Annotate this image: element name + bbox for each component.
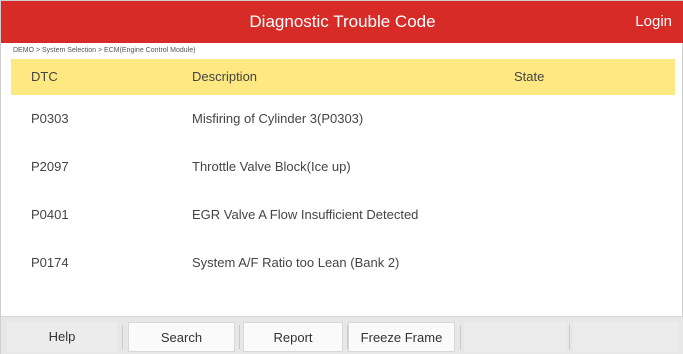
title-bar: Diagnostic Trouble Code Login xyxy=(1,1,683,43)
dtc-code: P0401 xyxy=(31,207,69,222)
table-header: DTC Description State xyxy=(11,59,675,95)
dtc-description: Misfiring of Cylinder 3(P0303) xyxy=(192,111,364,126)
toolbar-divider xyxy=(122,325,123,349)
table-row[interactable]: P2097 Throttle Valve Block(Ice up) xyxy=(11,143,675,191)
search-button[interactable]: Search xyxy=(128,322,235,352)
dtc-code: P0174 xyxy=(31,255,69,270)
dtc-table-body: P0303 Misfiring of Cylinder 3(P0303) P20… xyxy=(11,95,675,287)
freeze-frame-button[interactable]: Freeze Frame xyxy=(348,322,455,352)
breadcrumb: DEMO > System Selection > ECM(Engine Con… xyxy=(13,47,196,54)
empty-toolbar-slot-1[interactable] xyxy=(464,322,566,352)
bottom-toolbar: Help Search Report Freeze Frame xyxy=(1,316,683,354)
page-title: Diagnostic Trouble Code xyxy=(249,12,436,31)
app-window: Diagnostic Trouble Code Login DEMO > Sys… xyxy=(0,0,683,354)
column-header-dtc: DTC xyxy=(31,69,58,84)
help-button[interactable]: Help xyxy=(7,322,117,352)
table-row[interactable]: P0401 EGR Valve A Flow Insufficient Dete… xyxy=(11,191,675,239)
toolbar-divider xyxy=(239,325,240,349)
column-header-description: Description xyxy=(192,69,258,84)
dtc-code: P2097 xyxy=(31,159,69,174)
report-button[interactable]: Report xyxy=(243,322,343,352)
dtc-description: Throttle Valve Block(Ice up) xyxy=(192,159,351,174)
toolbar-divider xyxy=(569,325,570,349)
empty-toolbar-slot-2[interactable] xyxy=(573,322,678,352)
toolbar-divider xyxy=(460,325,461,349)
dtc-description: System A/F Ratio too Lean (Bank 2) xyxy=(192,255,400,270)
dtc-code: P0303 xyxy=(31,111,69,126)
dtc-description: EGR Valve A Flow Insufficient Detected xyxy=(192,207,419,222)
login-button[interactable]: Login xyxy=(635,1,672,43)
table-row[interactable]: P0303 Misfiring of Cylinder 3(P0303) xyxy=(11,95,675,143)
column-header-state: State xyxy=(514,69,545,84)
table-row[interactable]: P0174 System A/F Ratio too Lean (Bank 2) xyxy=(11,239,675,287)
